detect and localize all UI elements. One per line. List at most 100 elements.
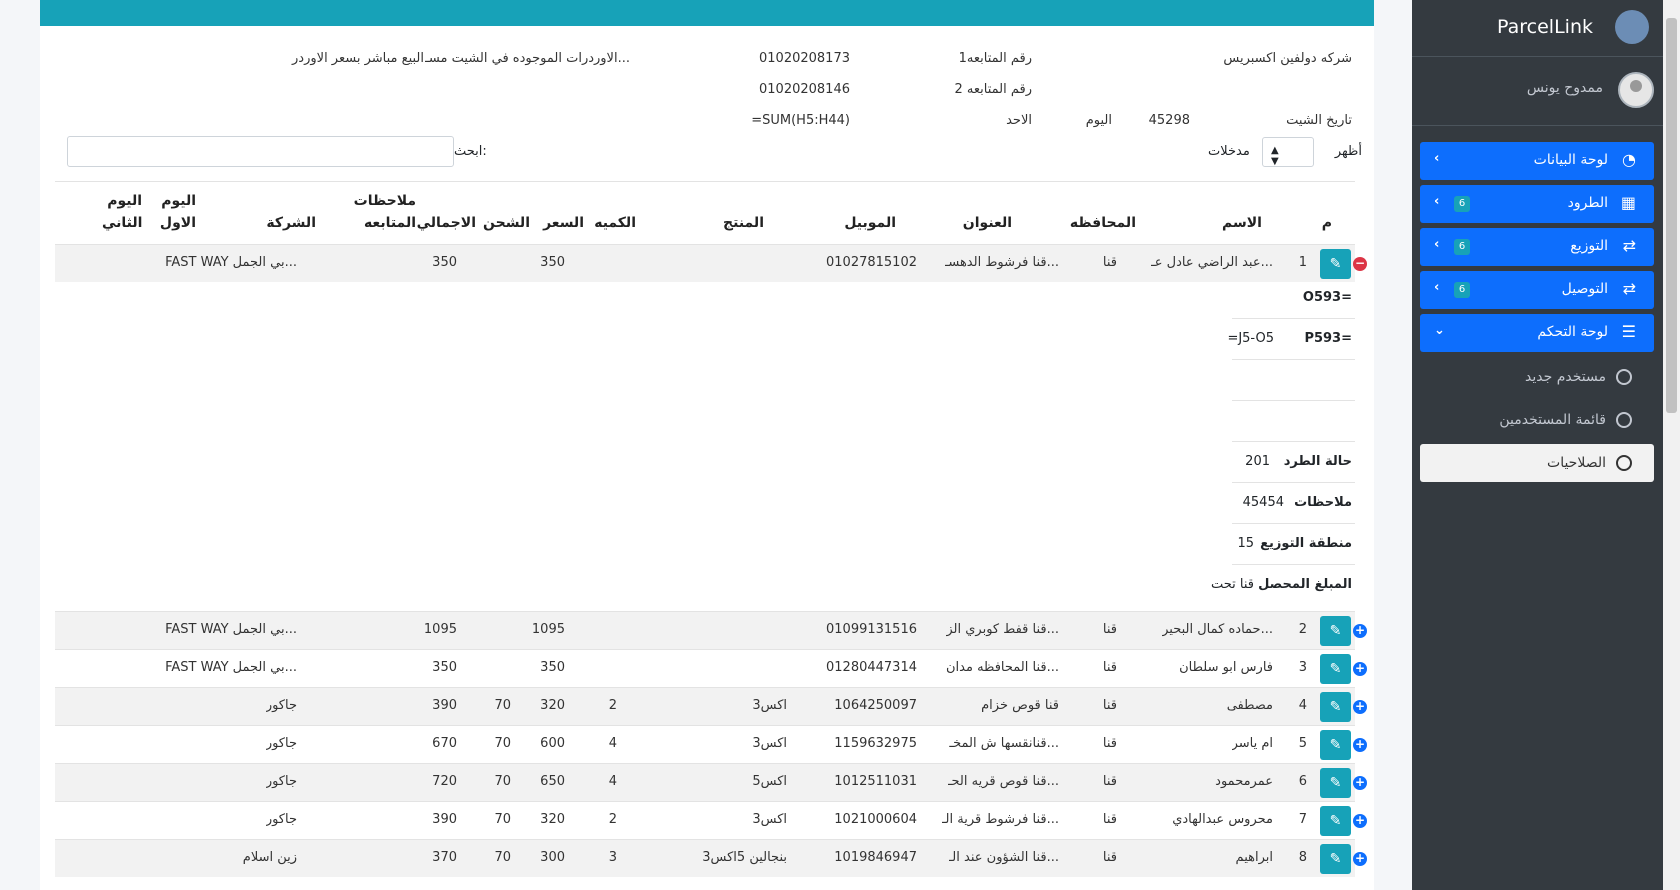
sub-permissions[interactable]: الصلاحيات	[1420, 444, 1654, 482]
page-scrollbar[interactable]	[1663, 0, 1680, 890]
col-price[interactable]: السعر	[543, 215, 584, 231]
row-product: 3اكس	[752, 698, 787, 713]
col-shipping[interactable]: الشحن	[483, 215, 530, 231]
table-row[interactable]: + ✎ 4 مصطفى قنا قنا قوص خزام 1064250097 3اكس 2 32…	[55, 687, 1367, 725]
table-row[interactable]: + ✎ 2 حماده كمال البحير... قنا قنا قفط كوبري …	[55, 611, 1367, 649]
edit-button[interactable]: ✎	[1320, 692, 1351, 722]
table-row[interactable]: + ✎ 8 ابراهيم قنا قنا الشؤون عند الـ... 101984…	[55, 839, 1367, 877]
row-name: مصطفى	[1226, 698, 1273, 713]
brand-name[interactable]: ParcelLink	[1497, 16, 1593, 38]
col-day2[interactable]: اليوم الثاني	[102, 190, 142, 234]
expand-icon[interactable]: +	[1353, 738, 1367, 752]
circle-icon	[1616, 412, 1632, 428]
col-num[interactable]: م	[1322, 215, 1332, 231]
col-notes[interactable]: ملاحظات المتابعه	[346, 190, 416, 234]
user-panel[interactable]: ممدوح يونس	[1412, 58, 1663, 126]
expand-icon[interactable]: +	[1353, 662, 1367, 676]
edit-button[interactable]: ✎	[1320, 249, 1351, 279]
row-name: فارس ابو سلطان	[1179, 660, 1273, 675]
row-product: 3بنجالين 5اكس	[702, 850, 787, 865]
row-price: 1095	[531, 622, 565, 637]
row-company: FAST WAY بي الجمل...	[165, 660, 297, 675]
nav-control-panel[interactable]: ⌄ لوحة التحكم ☰	[1420, 314, 1654, 352]
notes-value: 45454	[1242, 495, 1284, 510]
company-name: شركه دولفين اكسبريس	[1223, 51, 1352, 66]
server-icon: ☰	[1621, 322, 1636, 341]
top-bar	[40, 0, 1374, 26]
col-gov[interactable]: المحافظه	[1070, 215, 1136, 231]
brand[interactable]: ParcelLink	[1412, 0, 1663, 57]
parcel-status-value: 201	[1245, 454, 1270, 469]
row-name: ام ياسر	[1231, 736, 1273, 751]
edit-button[interactable]: ✎	[1320, 730, 1351, 760]
row-address: قنا فرشوط قرية الـ...	[941, 812, 1059, 827]
expand-icon[interactable]: +	[1353, 852, 1367, 866]
tracking2-label: رقم المتابعه 2	[954, 82, 1032, 97]
expand-icon[interactable]: +	[1353, 814, 1367, 828]
col-mobile[interactable]: الموبيل	[844, 215, 896, 231]
col-day1[interactable]: اليوم الاول	[156, 190, 196, 234]
row-price: 600	[540, 736, 565, 751]
row-total: 390	[432, 698, 457, 713]
row-address: قنا قفط كوبري الز...	[946, 622, 1059, 637]
edit-button[interactable]: ✎	[1320, 844, 1351, 874]
tracking2-value: 01020208146	[759, 82, 850, 97]
row-gov: قنا	[1102, 850, 1117, 865]
row-price: 650	[540, 774, 565, 789]
search-input[interactable]	[67, 136, 454, 167]
expand-icon[interactable]: +	[1353, 776, 1367, 790]
pencil-icon: ✎	[1329, 851, 1342, 867]
row-company: FAST WAY بي الجمل...	[165, 255, 297, 270]
brand-logo-icon	[1615, 10, 1649, 44]
pencil-icon: ✎	[1329, 699, 1342, 715]
row-name: عمرمحمود	[1215, 774, 1273, 789]
sort-arrows-icon: ▲ ▼	[1271, 145, 1279, 167]
table-row[interactable]: + ✎ 5 ام ياسر قنا قنانقسها ش المخـ... 11596329…	[55, 725, 1367, 763]
expanded-p-label: P593=	[1304, 331, 1352, 346]
count-badge: 6	[1454, 282, 1470, 298]
nav-parcels[interactable]: ‹ 6 الطرود ▦	[1420, 185, 1654, 223]
pencil-icon: ✎	[1329, 737, 1342, 753]
row-address: قنا فرشوط الدهسـ...	[944, 255, 1059, 270]
row-product: 5اكس	[752, 774, 787, 789]
sub-new-user[interactable]: مستخدم جديد	[1420, 358, 1654, 396]
scrollbar-thumb[interactable]	[1666, 18, 1677, 413]
sub-users-list[interactable]: قائمة المستخدمين	[1420, 401, 1654, 439]
col-address[interactable]: العنوان	[963, 215, 1012, 231]
edit-button[interactable]: ✎	[1320, 616, 1351, 646]
col-name[interactable]: الاسم	[1222, 215, 1262, 231]
col-company[interactable]: الشركة	[266, 215, 316, 231]
expand-icon[interactable]: +	[1353, 624, 1367, 638]
table-row[interactable]: + ✎ 3 فارس ابو سلطان قنا قنا المحافظه مدان...…	[55, 649, 1367, 687]
col-qty[interactable]: الكميه	[594, 215, 636, 231]
row-gov: قنا	[1102, 622, 1117, 637]
nav-dashboard[interactable]: ‹ لوحة البيانات ◔	[1420, 142, 1654, 180]
tracking1-label: رقم المتابعه1	[958, 51, 1032, 66]
edit-button[interactable]: ✎	[1320, 768, 1351, 798]
table-row[interactable]: − ✎ 1 عبد الراضي عادل عـ... قنا قنا فرشو…	[55, 244, 1367, 282]
count-badge: 6	[1454, 239, 1470, 255]
row-company: جاكور	[265, 812, 297, 827]
row-product: 3اكس	[752, 736, 787, 751]
detail-divider	[1232, 359, 1355, 360]
row-qty: 3	[608, 850, 617, 865]
col-total[interactable]: الاجمالي	[417, 215, 476, 231]
table-row[interactable]: + ✎ 7 محروس عبدالهادي قنا قنا فرشوط قرية الـ.…	[55, 801, 1367, 839]
chevron-left-icon: ‹	[1434, 237, 1440, 252]
nav-delivery[interactable]: ‹ 6 التوصيل ⇄	[1420, 271, 1654, 309]
col-product[interactable]: المنتج	[723, 215, 764, 231]
table-row[interactable]: + ✎ 6 عمرمحمود قنا قنا قوص قريه الحـ... 101251…	[55, 763, 1367, 801]
retweet-icon: ⇄	[1622, 279, 1636, 298]
edit-button[interactable]: ✎	[1320, 654, 1351, 684]
row-num: 2	[1298, 622, 1307, 637]
expand-icon[interactable]: +	[1353, 700, 1367, 714]
edit-button[interactable]: ✎	[1320, 806, 1351, 836]
user-name[interactable]: ممدوح يونس	[1527, 80, 1603, 96]
nav-distribution[interactable]: ‹ 6 التوزيع ⇄	[1420, 228, 1654, 266]
entries-select[interactable]: ▲ ▼	[1262, 137, 1314, 167]
row-mobile: 1159632975	[834, 736, 917, 751]
circle-icon	[1616, 369, 1632, 385]
collapse-icon[interactable]: −	[1353, 257, 1367, 271]
row-qty: 2	[608, 698, 617, 713]
row-price: 350	[540, 255, 565, 270]
